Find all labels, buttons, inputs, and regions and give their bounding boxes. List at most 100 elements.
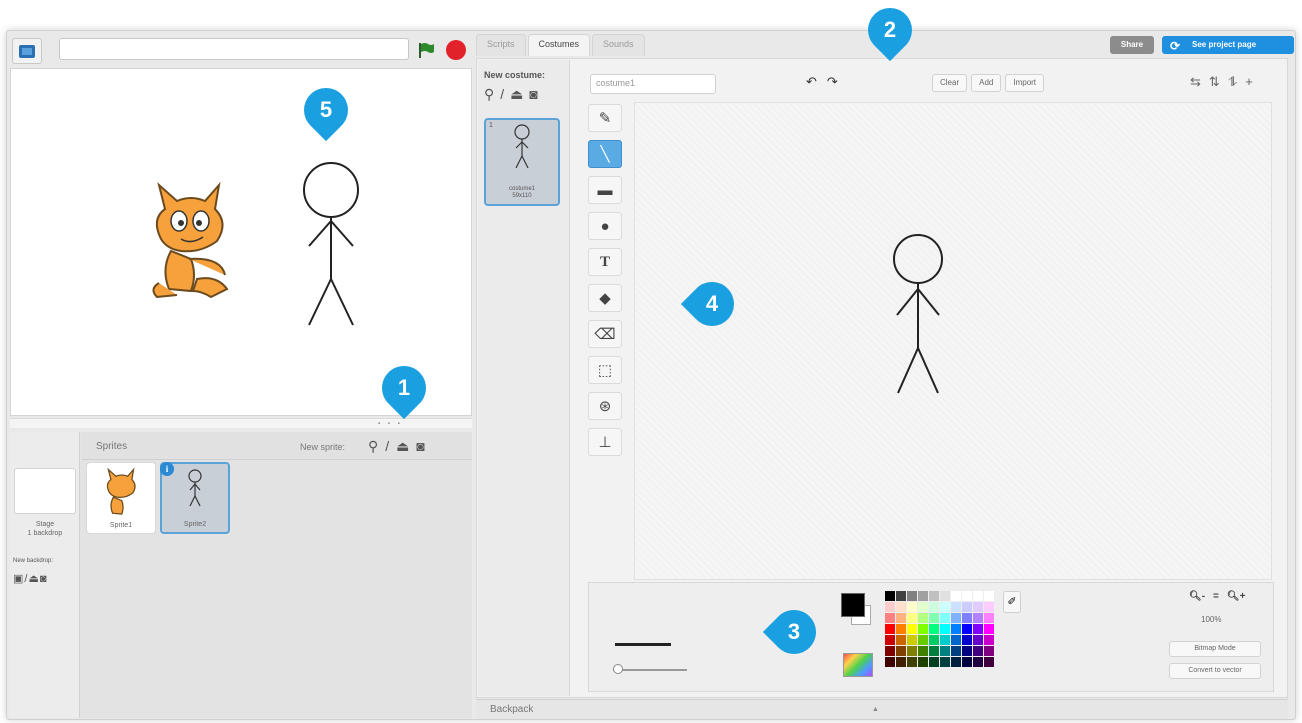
color-swatch[interactable] <box>918 591 928 601</box>
color-swatch[interactable] <box>918 624 928 634</box>
color-swatch[interactable] <box>951 613 961 623</box>
color-swatch[interactable] <box>962 624 972 634</box>
paint-canvas[interactable] <box>634 102 1272 580</box>
color-swatch[interactable] <box>962 591 972 601</box>
color-swatch[interactable] <box>896 613 906 623</box>
ellipse-tool-icon[interactable]: ● <box>588 212 622 240</box>
color-swatch[interactable] <box>918 646 928 656</box>
share-button[interactable]: Share <box>1110 36 1154 54</box>
color-swatch[interactable] <box>907 657 917 667</box>
color-swatch[interactable] <box>984 635 994 645</box>
undo-icon[interactable]: ↶ <box>806 74 817 90</box>
eyedropper-icon[interactable]: ✐ <box>1003 591 1021 613</box>
sprite-tile-sprite2[interactable]: i Sprite2 <box>160 462 230 534</box>
see-project-page-button[interactable]: ⟳ See project page <box>1162 36 1294 54</box>
color-swatch[interactable] <box>984 624 994 634</box>
sprite-library-icon[interactable]: ⚲ <box>368 438 378 454</box>
color-swatch[interactable] <box>907 635 917 645</box>
import-button[interactable]: Import <box>1005 74 1045 92</box>
paint-costume-icon[interactable]: / <box>500 86 504 102</box>
color-swatch[interactable] <box>896 635 906 645</box>
color-swatch[interactable] <box>962 602 972 612</box>
color-swatch[interactable] <box>951 591 961 601</box>
stop-button[interactable] <box>446 40 466 60</box>
color-swatch[interactable] <box>940 657 950 667</box>
color-swatch[interactable] <box>907 591 917 601</box>
backpack-bar[interactable]: Backpack ▲ <box>476 699 1288 719</box>
green-flag-icon[interactable] <box>417 41 435 59</box>
redo-icon[interactable]: ↷ <box>827 74 838 90</box>
color-swatch[interactable] <box>929 613 939 623</box>
color-swatch[interactable] <box>984 657 994 667</box>
backdrop-library-icon[interactable]: ▣ <box>13 573 24 585</box>
color-swatch[interactable] <box>940 635 950 645</box>
color-swatch[interactable] <box>940 602 950 612</box>
color-swatch[interactable] <box>973 646 983 656</box>
color-swatch[interactable] <box>929 602 939 612</box>
fullscreen-button[interactable] <box>12 38 42 64</box>
text-tool-icon[interactable]: T <box>588 248 622 276</box>
stage-thumbnail[interactable] <box>14 468 76 514</box>
color-swatch[interactable] <box>984 602 994 612</box>
line-tool-icon[interactable]: ╲ <box>588 140 622 168</box>
stage-size-toggles[interactable]: ▪ ▪ ▪ <box>378 421 403 427</box>
color-swatch[interactable] <box>940 624 950 634</box>
convert-to-vector-button[interactable]: Convert to vector <box>1169 663 1261 679</box>
flip-vertical-icon[interactable]: ⇅ <box>1209 74 1220 90</box>
color-swatch[interactable] <box>896 624 906 634</box>
color-swatch[interactable] <box>962 646 972 656</box>
color-swatch[interactable] <box>940 613 950 623</box>
set-center-icon[interactable]: + <box>1245 74 1253 90</box>
color-swatch[interactable] <box>984 613 994 623</box>
color-swatch[interactable] <box>984 646 994 656</box>
color-swatch[interactable] <box>973 624 983 634</box>
add-button[interactable]: Add <box>971 74 1002 92</box>
color-swatch[interactable] <box>951 602 961 612</box>
color-swatch[interactable] <box>918 657 928 667</box>
brush-tool-icon[interactable]: ✎ <box>588 104 622 132</box>
fill-tool-icon[interactable]: ◆ <box>588 284 622 312</box>
color-swatch[interactable] <box>929 635 939 645</box>
color-swatch[interactable] <box>973 635 983 645</box>
color-swatch[interactable] <box>962 635 972 645</box>
color-swatch[interactable] <box>962 657 972 667</box>
color-swatch[interactable] <box>885 591 895 601</box>
color-swatch[interactable] <box>951 635 961 645</box>
primary-color-swatch[interactable] <box>841 593 865 617</box>
color-swatch[interactable] <box>929 646 939 656</box>
color-swatch[interactable] <box>951 646 961 656</box>
color-swatch[interactable] <box>885 646 895 656</box>
camera-sprite-icon[interactable]: ◙ <box>416 438 424 454</box>
costume-name-input[interactable]: costume1 <box>590 74 716 94</box>
color-swatch[interactable] <box>929 591 939 601</box>
color-swatch[interactable] <box>962 613 972 623</box>
info-icon[interactable]: i <box>160 462 174 476</box>
cat-sprite[interactable] <box>152 181 229 299</box>
color-swatch[interactable] <box>896 602 906 612</box>
stage[interactable] <box>10 68 472 416</box>
color-swatch[interactable] <box>984 591 994 601</box>
zoom-in-icon[interactable]: 🔍︎+ <box>1227 591 1246 602</box>
costume-library-icon[interactable]: ⚲ <box>484 86 494 102</box>
zoom-out-icon[interactable]: 🔍︎- <box>1189 591 1205 602</box>
remove-background-tool-icon[interactable]: ⊛ <box>588 392 622 420</box>
select-tool-icon[interactable]: ⬚ <box>588 356 622 384</box>
bitmap-mode-button[interactable]: Bitmap Mode <box>1169 641 1261 657</box>
stamp-tool-icon[interactable]: ⊥ <box>588 428 622 456</box>
project-title-input[interactable] <box>59 38 409 60</box>
paint-sprite-icon[interactable]: / <box>385 438 389 454</box>
color-swatch[interactable] <box>951 624 961 634</box>
color-swatch[interactable] <box>907 613 917 623</box>
upload-backdrop-icon[interactable]: ⏏ <box>28 573 39 585</box>
color-picker-swatch[interactable] <box>843 653 873 677</box>
color-swatch[interactable] <box>885 657 895 667</box>
costume-tile[interactable]: 1 costume1 59x110 <box>484 118 560 206</box>
upload-costume-icon[interactable]: ⏏ <box>510 86 523 102</box>
color-swatch[interactable] <box>885 635 895 645</box>
stick-figure-sprite[interactable] <box>303 162 359 326</box>
color-swatch[interactable] <box>896 657 906 667</box>
slider-knob[interactable] <box>613 664 623 674</box>
camera-backdrop-icon[interactable]: ◙ <box>40 573 48 585</box>
color-swatch[interactable] <box>940 646 950 656</box>
color-swatch[interactable] <box>896 591 906 601</box>
